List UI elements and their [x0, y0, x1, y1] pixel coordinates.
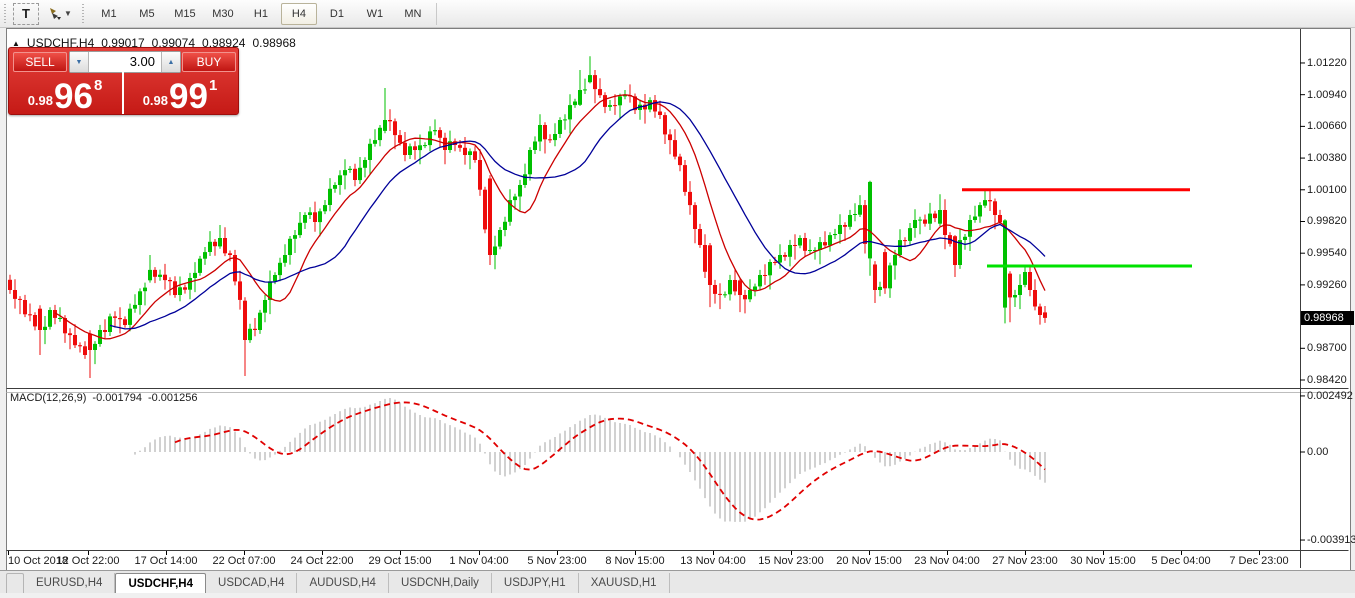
time-axis-label: 13 Nov 04:00 [680, 555, 745, 567]
time-axis-label: 23 Nov 04:00 [914, 555, 979, 567]
sell-price-prefix: 0.98 [28, 93, 53, 108]
price-axis-label: 1.00100 [1307, 184, 1347, 196]
tab-usdcnh-daily[interactable]: USDCNH,Daily [389, 573, 492, 593]
tab-xauusd-h1[interactable]: XAUUSD,H1 [579, 573, 670, 593]
symbol-tab-bar: EURUSD,H4USDCHF,H4USDCAD,H4AUDUSD,H4USDC… [0, 570, 1355, 594]
time-axis-label: 20 Nov 15:00 [836, 555, 901, 567]
macd-axis-label: 0.00 [1307, 446, 1328, 458]
time-axis-label: 27 Nov 23:00 [992, 555, 1057, 567]
price-axis-label: 0.99540 [1307, 247, 1347, 259]
time-axis-label: 7 Dec 23:00 [1229, 555, 1288, 567]
price-axis-label: 1.00660 [1307, 120, 1347, 132]
macd-name: MACD(12,26,9) [10, 392, 86, 404]
current-price-tag: 0.98968 [1301, 311, 1354, 325]
volume-input[interactable]: 3.00 [89, 52, 161, 72]
ma-slow-line [110, 102, 1045, 329]
time-axis-label: 17 Oct 14:00 [135, 555, 198, 567]
macd-signal-value: -0.001256 [148, 392, 198, 404]
buy-price-sup: 1 [209, 77, 217, 94]
one-click-trade-panel: SELL ▼ 3.00 ▲ BUY 0.98 96 8 0.98 99 1 [8, 47, 239, 115]
time-axis-label: 1 Nov 04:00 [449, 555, 508, 567]
bar-close-value: 0.98968 [252, 36, 295, 50]
time-axis-label: 12 Oct 22:00 [57, 555, 120, 567]
price-axis-label: 0.98420 [1307, 374, 1347, 386]
macd-axis-label: -0.003913 [1307, 534, 1355, 546]
tab-stub[interactable] [6, 573, 24, 593]
price-axis-label: 0.99820 [1307, 215, 1347, 227]
tab-usdjpy-h1[interactable]: USDJPY,H1 [492, 573, 579, 593]
macd-main-value: -0.001794 [92, 392, 142, 404]
time-axis-label: 30 Nov 15:00 [1070, 555, 1135, 567]
volume-decrease-button[interactable]: ▼ [70, 52, 89, 72]
time-axis-label: 8 Nov 15:00 [605, 555, 664, 567]
sell-button-label: SELL [25, 55, 54, 69]
time-axis-label: 5 Dec 04:00 [1151, 555, 1210, 567]
time-axis-label: 15 Nov 23:00 [758, 555, 823, 567]
arrow-down-icon: ▼ [76, 59, 83, 66]
price-axis-label: 1.01220 [1307, 57, 1347, 69]
price-axis-label: 0.99260 [1307, 279, 1347, 291]
time-axis-label: 5 Nov 23:00 [527, 555, 586, 567]
time-axis-label: 24 Oct 22:00 [291, 555, 354, 567]
status-strip [0, 593, 1355, 598]
price-axis-label: 1.00940 [1307, 89, 1347, 101]
sell-price-main: 96 [54, 82, 93, 112]
tab-usdchf-h4[interactable]: USDCHF,H4 [115, 573, 206, 593]
tab-audusd-h4[interactable]: AUDUSD,H4 [297, 573, 388, 593]
buy-price-main: 99 [169, 82, 208, 112]
macd-signal-line [175, 402, 1045, 519]
time-axis-label: 22 Oct 07:00 [213, 555, 276, 567]
price-axis-label: 0.98700 [1307, 342, 1347, 354]
volume-increase-button[interactable]: ▲ [161, 52, 180, 72]
price-axis-label: 1.00380 [1307, 152, 1347, 164]
sell-price-sup: 8 [94, 77, 102, 94]
arrow-up-icon: ▲ [168, 59, 175, 66]
volume-stepper: ▼ 3.00 ▲ [69, 51, 181, 73]
sell-button[interactable]: SELL [13, 52, 67, 72]
buy-button[interactable]: BUY [182, 52, 236, 72]
buy-price-display[interactable]: 0.98 99 1 [124, 72, 236, 115]
tab-usdcad-h4[interactable]: USDCAD,H4 [206, 573, 297, 593]
ma-fast-line [55, 95, 1045, 339]
buy-price-prefix: 0.98 [143, 93, 168, 108]
time-axis-label: 29 Oct 15:00 [369, 555, 432, 567]
macd-axis-label: 0.002492 [1307, 390, 1353, 402]
tab-eurusd-h4[interactable]: EURUSD,H4 [24, 573, 115, 593]
sell-price-display[interactable]: 0.98 96 8 [9, 72, 121, 115]
buy-button-label: BUY [197, 55, 222, 69]
macd-indicator-label: MACD(12,26,9) -0.001794 -0.001256 [10, 392, 198, 404]
